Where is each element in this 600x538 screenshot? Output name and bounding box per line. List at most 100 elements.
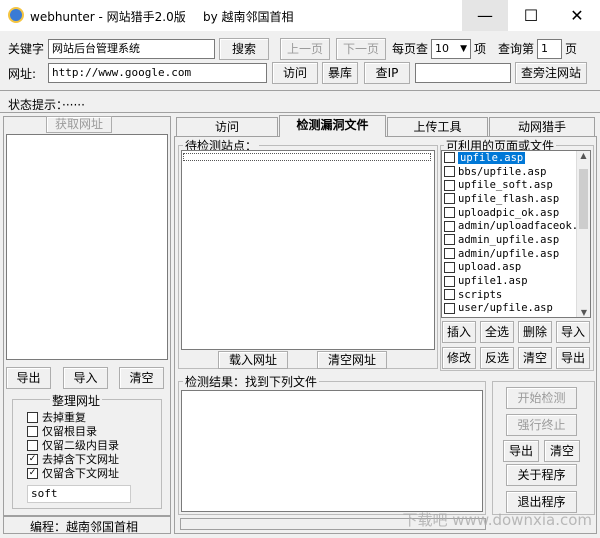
maximize-icon: ☐	[523, 6, 539, 25]
next-page-button[interactable]: 下一页	[336, 38, 386, 60]
file-item[interactable]: upfile.asp	[442, 151, 578, 165]
url-list[interactable]	[6, 134, 168, 360]
option-remove-with-text[interactable]: ✓ 去掉含下文网址	[27, 452, 157, 466]
tab-detect-vuln-files[interactable]: 检测漏洞文件	[279, 115, 386, 137]
per-page-unit: 项	[474, 42, 487, 56]
prev-page-button[interactable]: 上一页	[280, 38, 330, 60]
file-item[interactable]: upfile_soft.asp	[442, 178, 578, 192]
file-item[interactable]: admin_upfile.asp	[442, 233, 578, 247]
checkbox-second-level[interactable]	[27, 439, 38, 451]
file-item[interactable]: user/upfile.asp	[442, 302, 578, 316]
insert-button[interactable]: 插入	[442, 321, 476, 343]
checkbox-keep-with-text[interactable]: ✓	[27, 467, 38, 479]
option-root-only[interactable]: 仅留根目录	[27, 424, 157, 438]
files-export-button[interactable]: 导出	[556, 347, 590, 369]
file-item-label: admin_upfile.asp	[458, 233, 560, 246]
scroll-up-icon[interactable]: ▲	[577, 151, 590, 160]
divider	[0, 112, 600, 113]
option-second-level[interactable]: 仅留二级内目录	[27, 438, 157, 452]
about-button[interactable]: 关于程序	[506, 464, 577, 486]
check-ip-button[interactable]: 查IP	[364, 62, 410, 84]
left-clear-button[interactable]: 清空	[119, 367, 164, 389]
left-import-button[interactable]: 导入	[63, 367, 108, 389]
checkbox-root-only[interactable]	[27, 425, 38, 437]
file-item[interactable]: admin/upfile.asp	[442, 247, 578, 261]
load-urls-button[interactable]: 载入网址	[218, 351, 288, 369]
files-scrollbar[interactable]: ▲ ▼	[576, 151, 590, 317]
checkbox-dedupe[interactable]	[27, 411, 38, 423]
option-keep-with-text[interactable]: ✓ 仅留含下文网址	[27, 466, 157, 480]
invert-select-button[interactable]: 反选	[480, 347, 514, 369]
tab-visit[interactable]: 访问	[176, 117, 278, 137]
delete-button[interactable]: 删除	[518, 321, 552, 343]
file-item-checkbox[interactable]	[444, 207, 455, 219]
maximize-button[interactable]: ☐	[508, 0, 554, 31]
sites-list[interactable]	[181, 150, 435, 350]
files-import-button[interactable]: 导入	[556, 321, 590, 343]
file-item-checkbox[interactable]	[444, 248, 455, 260]
file-item-checkbox[interactable]	[444, 289, 455, 301]
start-detect-button[interactable]: 开始检测	[506, 387, 577, 409]
keyword-input[interactable]: 网站后台管理系统	[48, 39, 215, 59]
filter-input[interactable]: soft	[27, 485, 131, 503]
footer-text: 编程：越南邻国首相	[30, 520, 139, 534]
file-item-label: admin/upfile.asp	[458, 247, 560, 260]
file-item[interactable]: scripts	[442, 288, 578, 302]
select-all-button[interactable]: 全选	[480, 321, 514, 343]
minimize-button[interactable]: —	[462, 0, 508, 31]
file-item-checkbox[interactable]	[444, 261, 455, 273]
file-item[interactable]: bbs/upfile.asp	[442, 165, 578, 179]
close-button[interactable]: ✕	[554, 0, 600, 31]
file-item-checkbox[interactable]	[444, 152, 455, 164]
results-list[interactable]	[181, 390, 483, 512]
clear-urls-button[interactable]: 清空网址	[317, 351, 387, 369]
file-item-label: upload.asp	[458, 261, 522, 274]
file-item-label: upfile1.asp	[458, 275, 528, 288]
file-item-checkbox[interactable]	[444, 179, 455, 191]
organize-options: 去掉重复 仅留根目录 仅留二级内目录 ✓ 去掉含下文网址 ✓ 仅留含下文网址	[27, 410, 157, 480]
file-item-checkbox[interactable]	[444, 220, 455, 232]
files-list[interactable]: upfile.asp bbs/upfile.asp upfile_soft.asp u…	[441, 150, 591, 318]
scroll-down-icon[interactable]: ▼	[577, 308, 590, 317]
file-item[interactable]: upfile1.asp	[442, 274, 578, 288]
results-export-button[interactable]: 导出	[503, 440, 539, 462]
file-item-checkbox[interactable]	[444, 234, 455, 246]
page-unit: 页	[565, 42, 578, 56]
window-author: by 越南邻国首相	[203, 10, 294, 24]
baoku-button[interactable]: 暴库	[322, 62, 358, 84]
modify-button[interactable]: 修改	[442, 347, 476, 369]
neighbor-site-button[interactable]: 查旁注网站	[515, 62, 587, 84]
file-item-checkbox[interactable]	[444, 302, 455, 314]
scroll-thumb[interactable]	[579, 169, 588, 229]
file-item[interactable]: uploadpic_ok.asp	[442, 206, 578, 220]
file-item-checkbox[interactable]	[444, 166, 455, 178]
window-title: webhunter - 网站猎手2.0版	[30, 10, 186, 24]
fetch-url-button[interactable]: 获取网址	[46, 116, 112, 133]
query-page-input[interactable]: 1	[537, 39, 562, 59]
files-buttons: 插入 全选 删除 导入 修改 反选 清空 导出	[442, 321, 592, 369]
option-dedupe[interactable]: 去掉重复	[27, 410, 157, 424]
file-item-checkbox[interactable]	[444, 193, 455, 205]
file-item[interactable]: admin/uploadfaceok.a	[442, 219, 578, 233]
search-button[interactable]: 搜索	[219, 38, 269, 60]
tab-dvbbs-hunter[interactable]: 动网猎手	[489, 117, 595, 137]
close-icon: ✕	[570, 6, 584, 25]
left-export-button[interactable]: 导出	[6, 367, 51, 389]
file-item[interactable]: upload.asp	[442, 261, 578, 275]
url-input[interactable]: http://www.google.com	[48, 63, 267, 83]
files-clear-button[interactable]: 清空	[518, 347, 552, 369]
per-page-select[interactable]: 10 ▼	[431, 39, 471, 59]
tab-upload-tools[interactable]: 上传工具	[387, 117, 488, 137]
results-clear-button[interactable]: 清空	[544, 440, 580, 462]
visit-button[interactable]: 访问	[272, 62, 318, 84]
file-item-label: scripts	[458, 288, 503, 301]
watermark: 下载吧 www.downxia.com	[402, 511, 592, 529]
checkbox-remove-with-text[interactable]: ✓	[27, 453, 38, 465]
file-item-checkbox[interactable]	[444, 275, 455, 287]
file-item-label: upfile_flash.asp	[458, 192, 560, 205]
query-page-label: 查询第	[498, 42, 535, 56]
chevron-down-icon: ▼	[460, 44, 467, 54]
file-item[interactable]: upfile_flash.asp	[442, 192, 578, 206]
ip-input[interactable]	[415, 63, 511, 83]
force-stop-button[interactable]: 强行终止	[506, 414, 577, 436]
